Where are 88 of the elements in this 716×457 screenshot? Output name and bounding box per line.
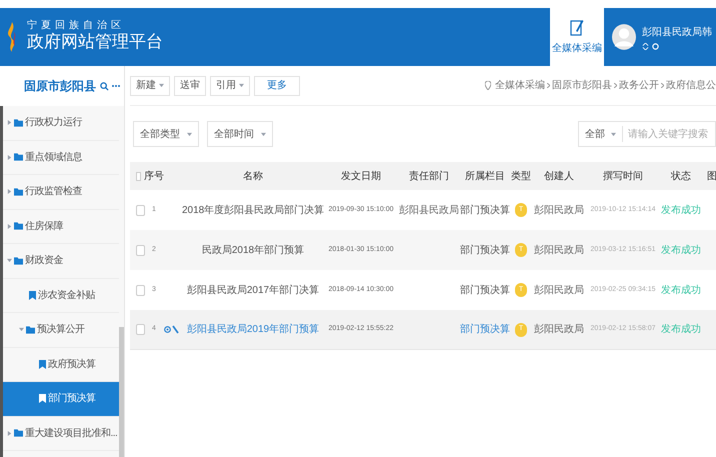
- breadcrumb-link[interactable]: 全媒体采编: [495, 78, 545, 93]
- table-cell-text: 部门预决算: [460, 204, 510, 218]
- table-cell[interactable]: 彭阳县民政局2017年部门决算: [182, 282, 324, 298]
- tree-item[interactable]: 行政监管检查: [3, 175, 119, 210]
- table-cell[interactable]: 民政局2018年部门预算: [182, 242, 324, 258]
- tree-item[interactable]: 涉农资金补贴: [3, 278, 119, 313]
- caret-icon: [187, 132, 192, 136]
- location-icon: [485, 81, 491, 90]
- folder-icon: [14, 153, 23, 162]
- tree-item[interactable]: 重点领域信息: [3, 140, 119, 175]
- caret-icon: [261, 132, 266, 136]
- checkbox[interactable]: [136, 284, 145, 296]
- folder-icon: [14, 429, 23, 438]
- table-cell-text: 部门预决算: [460, 244, 510, 258]
- chevron-icon: [547, 83, 550, 88]
- status-label: 发布成功: [660, 204, 702, 218]
- search-field[interactable]: 请输入关键字搜索: [623, 126, 715, 142]
- breadcrumb-link[interactable]: 政府信息公: [666, 78, 716, 93]
- checkbox[interactable]: [136, 204, 145, 216]
- toolbar-button[interactable]: 送审: [174, 76, 206, 96]
- toolbar-button[interactable]: 更多: [254, 76, 300, 96]
- caret-icon: [159, 83, 164, 88]
- column-header: 创建人: [543, 170, 575, 184]
- column-header: 发文日期: [340, 170, 382, 184]
- bookmark-icon: [39, 360, 46, 369]
- sidebar-title: 固原市彭阳县: [24, 78, 96, 95]
- filter-dropdown[interactable]: 全部类型: [133, 121, 199, 147]
- tree-item[interactable]: 财政资金: [3, 244, 119, 278]
- column-header: 状态: [670, 170, 692, 184]
- platform-title: 政府网站管理平台: [27, 31, 163, 53]
- status-label: 发布成功: [660, 322, 702, 337]
- toolbar-button[interactable]: 引用: [210, 76, 250, 96]
- status-label: 发布成功: [660, 284, 702, 298]
- toolbar-button[interactable]: 新建: [130, 76, 170, 96]
- column-header: 序号: [144, 170, 164, 184]
- status-label: 发布成功: [660, 244, 702, 258]
- tree-item[interactable]: 住房保障: [3, 210, 119, 244]
- table-cell-text: 彭阳县民政局: [398, 204, 460, 218]
- table-cell-text: 彭阳民政局: [533, 204, 585, 218]
- avatar-icon: [612, 23, 636, 51]
- table-cell[interactable]: 2018年度彭阳县民政局部门决算: [182, 202, 324, 218]
- filter-dropdown[interactable]: 全部时间: [207, 121, 273, 147]
- folder-icon: [14, 188, 23, 196]
- chevron-icon: [661, 83, 664, 88]
- checkbox[interactable]: [136, 172, 141, 180]
- caret-icon: [7, 258, 12, 264]
- search-bar[interactable]: 全部 请输入关键字搜索: [578, 121, 716, 147]
- folder-icon: [14, 222, 23, 230]
- tree-item[interactable]: 行政权力运行: [3, 106, 119, 140]
- table-cell-text: 部门预决算: [460, 284, 510, 298]
- table-cell-text: 部门预决算: [460, 322, 510, 337]
- table-cell-text: 彭阳民政局: [533, 322, 585, 337]
- column-header: 责任部门: [408, 170, 450, 184]
- column-header: 图: [706, 170, 716, 184]
- eye-icon[interactable]: [164, 326, 171, 333]
- column-header: 名称: [242, 170, 264, 184]
- search-icon[interactable]: [100, 82, 109, 90]
- scrollbar-thumb[interactable]: [119, 327, 124, 457]
- media-tab[interactable]: 全媒体采编: [550, 8, 604, 66]
- bookmark-icon: [29, 290, 36, 300]
- table-cell[interactable]: 彭阳县民政局2019年部门预算: [182, 322, 324, 337]
- region-label: 宁夏回族自治区: [27, 21, 126, 32]
- checkbox[interactable]: [136, 324, 145, 335]
- user-name: 彭阳县民政局韩: [642, 26, 712, 40]
- table-cell-text: 彭阳民政局: [533, 244, 585, 258]
- table-cell-text: 彭阳民政局: [533, 284, 585, 298]
- bookmark-icon: [39, 394, 46, 404]
- column-header: 撰写时间: [602, 170, 644, 184]
- column-header: 类型: [510, 170, 532, 184]
- caret-icon: [19, 327, 24, 332]
- column-header: 所属栏目: [464, 170, 506, 184]
- caret-icon: [7, 430, 12, 436]
- caret-icon: [7, 189, 12, 194]
- breadcrumb-link[interactable]: 政务公开: [619, 78, 659, 93]
- caret-icon: [7, 120, 12, 126]
- folder-icon: [14, 118, 23, 127]
- chevron-icon: [614, 83, 617, 88]
- checkbox[interactable]: [136, 244, 145, 256]
- caret-icon: [7, 154, 12, 160]
- breadcrumb-link[interactable]: 固原市彭阳县: [552, 78, 612, 93]
- scope-dropdown[interactable]: 全部: [579, 126, 623, 142]
- caret-icon: [611, 132, 616, 136]
- caret-icon: [7, 224, 12, 229]
- folder-icon: [14, 256, 23, 265]
- notepad-icon: [570, 18, 584, 36]
- caret-icon: [239, 83, 244, 88]
- folder-icon: [26, 326, 35, 334]
- tree-item[interactable]: 部门预决算: [3, 382, 119, 416]
